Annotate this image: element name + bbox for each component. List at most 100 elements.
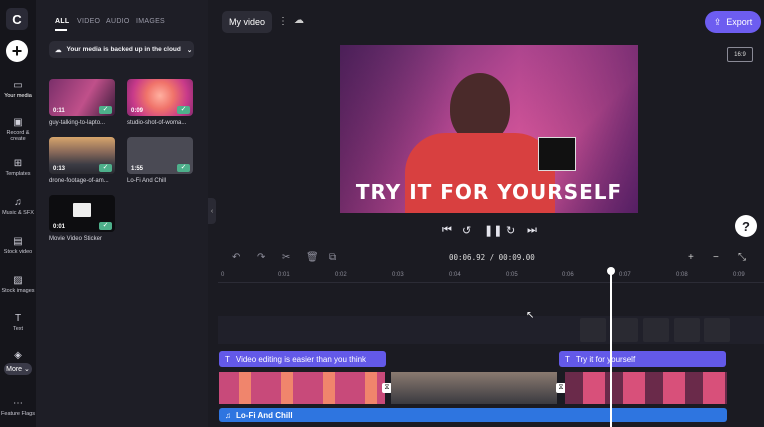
forward-5-icon[interactable]: ↻	[506, 224, 515, 237]
video-clip[interactable]	[391, 372, 557, 404]
fit-timeline-icon[interactable]: ⤡	[738, 252, 746, 263]
rail-item-stock-images[interactable]: ▨ Stock images	[0, 275, 36, 294]
media-thumb-studio-woman[interactable]: 0:09 ✓	[127, 79, 193, 116]
rail-item-label: Templates	[5, 171, 31, 177]
check-icon: ✓	[99, 222, 112, 230]
video-clip[interactable]	[565, 372, 727, 404]
aspect-ratio-button[interactable]: 16:9	[727, 47, 753, 62]
duration-label: 0:11	[53, 108, 65, 114]
collapse-panel-button[interactable]: ‹	[208, 198, 216, 224]
dots-icon: ⋯	[13, 398, 23, 409]
check-icon: ✓	[177, 164, 190, 172]
rail-item-music[interactable]: ♫ Music & SFX	[0, 197, 36, 216]
camera-icon: ▣	[13, 117, 23, 128]
split-icon[interactable]: ✂	[282, 252, 290, 263]
upload-icon: ⇪	[713, 16, 722, 27]
ruler-tick: 0:03	[392, 272, 404, 278]
backup-status-text: Your media is backed up in the cloud	[66, 46, 181, 53]
rail-item-label: Stock images	[1, 288, 35, 294]
current-time: 00:06.92	[449, 253, 486, 262]
backup-status-button[interactable]: ☁ Your media is backed up in the cloud ⌄	[49, 41, 194, 58]
rail-item-text[interactable]: T Text	[0, 313, 36, 332]
export-button[interactable]: ⇪ Export	[705, 11, 761, 33]
rail-item-record[interactable]: ▣ Record & create	[0, 117, 36, 142]
zoom-out-icon[interactable]: −	[713, 252, 719, 263]
audio-clip-label: Lo-Fi And Chill	[236, 410, 293, 420]
media-thumb-drone[interactable]: 0:13 ✓	[49, 137, 115, 174]
export-label: Export	[726, 17, 753, 27]
ruler-tick: 0:07	[619, 272, 631, 278]
cloud-icon: ☁	[55, 46, 62, 54]
playhead-handle[interactable]	[607, 267, 615, 275]
zoom-in-icon[interactable]: +	[688, 252, 694, 263]
sticker-clip[interactable]	[704, 318, 730, 342]
text-clip[interactable]: T Video editing is easier than you think	[219, 351, 386, 367]
audio-clip[interactable]: ♫ Lo-Fi And Chill	[219, 408, 727, 422]
media-label: Movie Video Sticker	[49, 236, 102, 242]
cloud-sync-icon[interactable]: ☁	[294, 15, 304, 26]
skip-forward-icon[interactable]: ⏭	[527, 224, 537, 237]
pause-icon[interactable]: ❚❚	[484, 224, 502, 237]
app-logo[interactable]: C	[6, 8, 28, 30]
image-icon: ▨	[13, 275, 23, 286]
ruler-tick: 0:05	[506, 272, 518, 278]
sticker-clip[interactable]	[674, 318, 700, 342]
rewind-5-icon[interactable]: ↺	[462, 224, 471, 237]
rail-item-label: Music & SFX	[2, 210, 34, 216]
rail-item-label: Stock video	[3, 249, 33, 255]
folder-icon: ▭	[13, 80, 23, 91]
text-clip[interactable]: T Try it for yourself	[559, 351, 726, 367]
skip-back-icon[interactable]: ⏮	[442, 224, 452, 237]
film-icon: ▤	[13, 236, 23, 247]
help-button[interactable]: ?	[735, 215, 757, 237]
media-label: Lo-Fi And Chill	[127, 178, 167, 184]
sticker-clip[interactable]	[612, 318, 638, 342]
cursor-pointer-icon: ↖	[526, 310, 535, 321]
more-options-icon[interactable]: ⋮	[278, 16, 288, 27]
text-icon: T	[565, 354, 570, 364]
media-thumb-guy-talking[interactable]: 0:11 ✓	[49, 79, 115, 116]
rail-item-graphics[interactable]: ◈	[0, 350, 36, 363]
ruler-tick: 0:04	[449, 272, 461, 278]
ruler-tick: 0:01	[278, 272, 290, 278]
templates-icon: ⊞	[13, 158, 23, 169]
shapes-icon: ◈	[14, 350, 22, 361]
sticker-clip[interactable]	[643, 318, 669, 342]
ruler-tick: 0:09	[733, 272, 745, 278]
project-title-button[interactable]: My video	[222, 11, 272, 33]
tab-audio[interactable]: AUDIO	[106, 18, 130, 25]
rail-item-label: Feature Flags	[1, 411, 35, 417]
more-button[interactable]: More ⌄	[4, 363, 32, 375]
clapperboard-sticker	[538, 137, 576, 171]
delete-icon[interactable]: 🗑	[306, 252, 319, 263]
add-media-button[interactable]: +	[6, 40, 28, 62]
media-thumb-lofi[interactable]: 1:55 ✓	[127, 137, 193, 174]
ruler-tick: 0	[221, 272, 225, 278]
sticker-clip[interactable]	[580, 318, 606, 342]
rail-item-stock-video[interactable]: ▤ Stock video	[0, 236, 36, 255]
time-separator: /	[485, 253, 499, 262]
duration-label: 0:13	[53, 166, 66, 172]
media-thumb-sticker[interactable]: 0:01 ✓	[49, 195, 115, 232]
more-label: More	[6, 365, 23, 373]
redo-icon[interactable]: ↷	[257, 252, 265, 263]
media-label: drone-footage-of-am...	[49, 178, 109, 184]
rail-item-your-media[interactable]: ▭ Your media	[0, 80, 36, 99]
video-clip[interactable]	[219, 372, 385, 404]
clapperboard-icon	[73, 203, 91, 217]
tab-all[interactable]: ALL	[55, 18, 70, 25]
duration-label: 0:09	[131, 108, 144, 114]
duplicate-icon[interactable]: ⧉	[329, 252, 336, 263]
preview-overlay-text: TRY IT FOR YOURSELF	[355, 180, 623, 204]
tab-video[interactable]: VIDEO	[77, 18, 100, 25]
chevron-down-icon: ⌄	[186, 46, 193, 54]
rail-item-feature-flags[interactable]: ⋯ Feature Flags	[0, 398, 36, 417]
text-icon: T	[14, 313, 22, 324]
tab-images[interactable]: IMAGES	[136, 18, 165, 25]
video-preview[interactable]: TRY IT FOR YOURSELF	[340, 45, 638, 213]
ruler-tick: 0:06	[562, 272, 574, 278]
rail-item-templates[interactable]: ⊞ Templates	[0, 158, 36, 177]
duration-label: 0:01	[53, 224, 66, 230]
undo-icon[interactable]: ↶	[232, 252, 240, 263]
playhead[interactable]	[610, 268, 612, 427]
